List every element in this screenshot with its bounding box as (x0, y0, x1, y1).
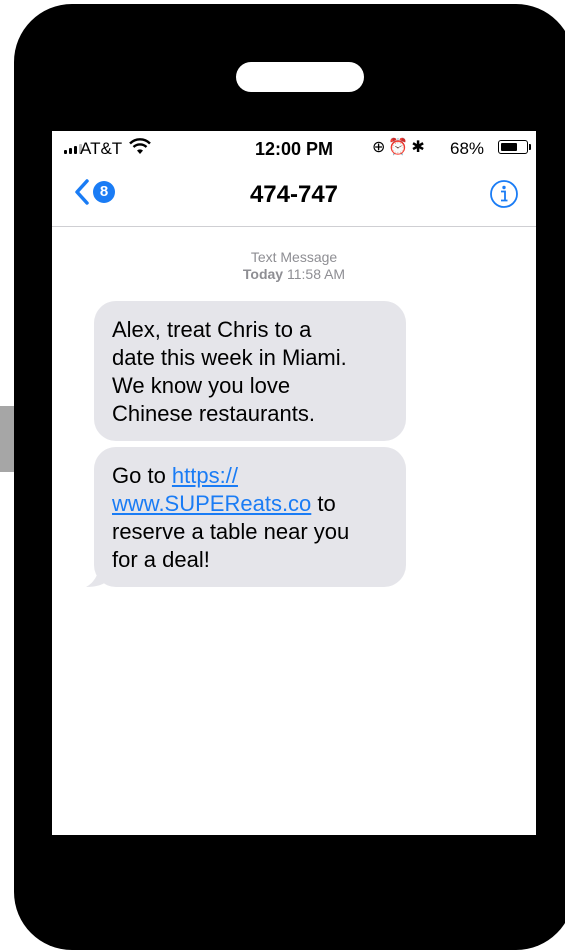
message-link[interactable]: www.SUPEReats.co (112, 491, 311, 516)
phone-frame: AT&T 12:00 PM ⊕⏰✱ 68% 8 474-747 Text Mes… (14, 4, 565, 950)
message-line: date this week in Miami. (112, 345, 347, 370)
phone-screen: AT&T 12:00 PM ⊕⏰✱ 68% 8 474-747 Text Mes… (52, 131, 536, 835)
message-line: for a deal! (112, 547, 210, 572)
battery-icon (498, 140, 528, 154)
message-line: Chinese restaurants. (112, 401, 315, 426)
bubble-tail (86, 561, 110, 587)
message-bubble: Alex, treat Chris to a date this week in… (94, 301, 406, 441)
conversation-title: 474-747 (249, 181, 339, 208)
message-line: reserve a table near you (112, 519, 350, 544)
orientation-lock-icon: ⊕ (372, 139, 389, 156)
phone-speaker (236, 62, 364, 92)
message-day: Today (242, 266, 284, 282)
message-bubble: Go to https:// www.SUPEReats.co to reser… (94, 447, 406, 587)
message-line: We know you love (112, 373, 291, 398)
bluetooth-icon: ✱ (411, 139, 428, 156)
status-bar: AT&T 12:00 PM ⊕⏰✱ 68% (52, 131, 536, 165)
alarm-icon: ⏰ (388, 139, 412, 156)
info-icon (490, 180, 518, 208)
navigation-bar: 8 474-747 (52, 165, 536, 227)
message-text: to (311, 491, 336, 516)
message-type-label: Text Message (250, 249, 338, 265)
message-link[interactable]: https:// (172, 463, 238, 488)
battery-percent: 68% (450, 139, 485, 158)
message-line: Alex, treat Chris to a (112, 317, 312, 342)
message-text: Go to (112, 463, 172, 488)
message-timestamp: Text Message Today 11:58 AM (52, 249, 536, 283)
info-button[interactable] (489, 179, 519, 209)
message-time: 11:58 AM (286, 266, 346, 282)
